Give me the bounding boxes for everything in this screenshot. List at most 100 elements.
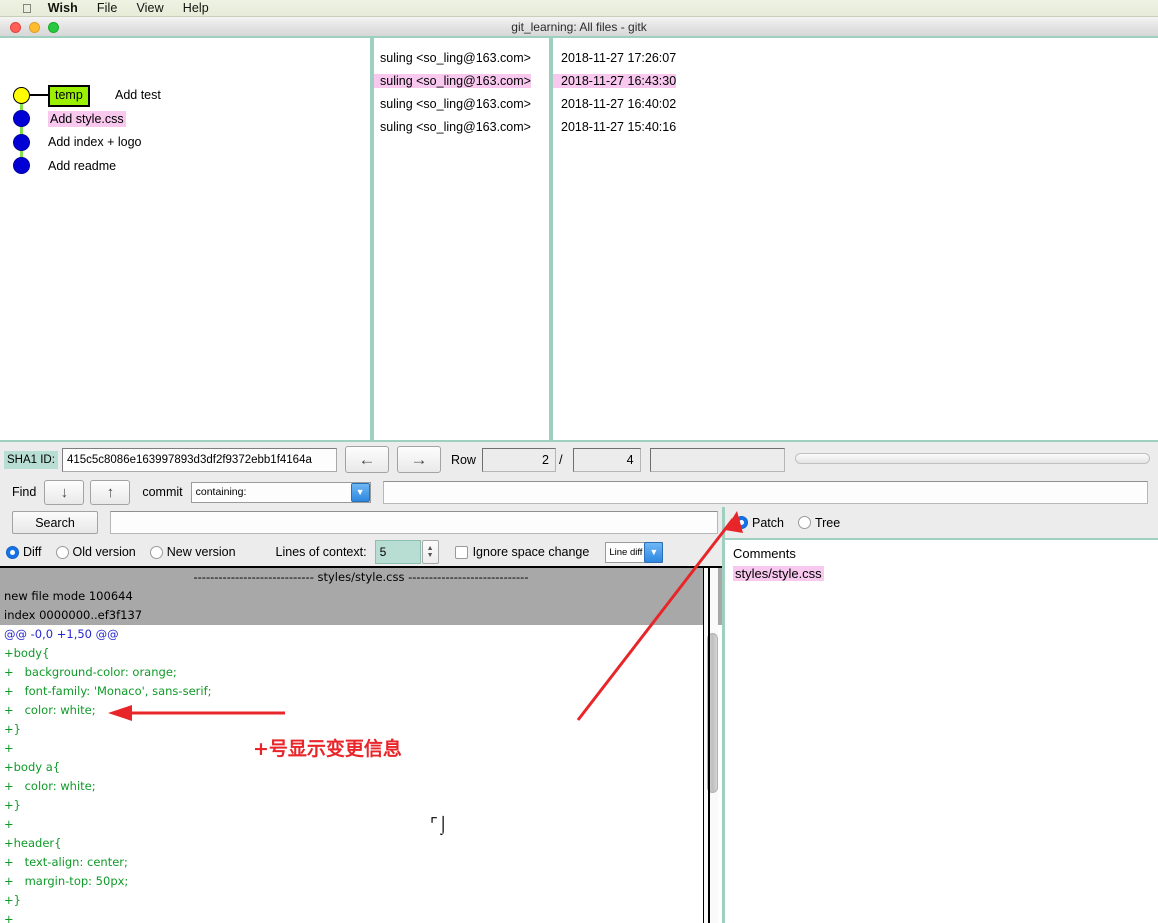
diff-line: new file mode 100644	[0, 587, 722, 606]
gitk-window: git_learning: All files - gitk temp Add …	[0, 17, 1158, 923]
diff-line: +	[4, 817, 14, 831]
lines-of-context-stepper[interactable]: ▲ ▼	[421, 540, 439, 564]
radio-diff-label: Diff	[23, 545, 42, 559]
diff-line: +}	[4, 893, 21, 907]
sha1-label: SHA1 ID:	[4, 450, 58, 469]
line-diff-value: Line diff	[609, 546, 643, 558]
find-input[interactable]	[382, 480, 1148, 504]
zoom-button[interactable]	[48, 22, 59, 33]
window-controls	[10, 22, 59, 33]
radio-new-version-label: New version	[166, 545, 236, 559]
sha1-input[interactable]: 415c5c8086e163997893d3df2f9372ebb1f4164a	[61, 447, 337, 472]
menu-item-file[interactable]: File	[97, 1, 118, 15]
close-button[interactable]	[10, 22, 21, 33]
pane-divider[interactable]	[708, 566, 710, 923]
diff-line: +body{	[4, 646, 50, 660]
stepper-up-icon[interactable]: ▲	[427, 545, 434, 552]
find-mode-value: containing:	[195, 485, 247, 498]
graph-node[interactable]	[13, 110, 30, 127]
arrow-right-icon[interactable]: →	[396, 446, 441, 473]
commit-subject[interactable]: Add test	[115, 88, 161, 102]
arrow-left-icon[interactable]: ←	[344, 446, 389, 473]
text-cursor-icon: ⌜⌡	[430, 815, 449, 834]
minimize-button[interactable]	[29, 22, 40, 33]
radio-old-version[interactable]: Old version	[55, 545, 136, 559]
arrow-down-icon[interactable]: ↓	[44, 479, 85, 505]
diff-line: ----------------------------- styles/sty…	[0, 568, 722, 587]
chevron-down-icon[interactable]: ▼	[644, 541, 664, 563]
row-current-input[interactable]: 2	[481, 447, 556, 472]
line-diff-select[interactable]: Line diff ▼	[605, 541, 664, 563]
radio-diff[interactable]: Diff	[6, 545, 42, 559]
find-mode-select[interactable]: containing: ▼	[190, 481, 371, 503]
commit-list-horizontal-scrollbar[interactable]	[794, 453, 1150, 466]
graph-node[interactable]	[13, 157, 30, 174]
author-row[interactable]: suling <so_ling@163.com>	[374, 92, 549, 115]
chevron-down-icon[interactable]: ▼	[350, 482, 370, 502]
diff-line: +}	[4, 798, 21, 812]
author-row[interactable]: suling <so_ling@163.com>	[374, 115, 549, 138]
graph-node-head[interactable]	[13, 87, 30, 104]
diff-options-toolbar: Diff Old version New version Lines of co…	[0, 538, 722, 566]
graph-head-connector	[30, 94, 49, 96]
sha1-toolbar: SHA1 ID: 415c5c8086e163997893d3df2f9372e…	[0, 440, 1158, 477]
commit-date-pane[interactable]: 2018-11-27 17:26:07 2018-11-27 16:43:30 …	[553, 38, 1158, 440]
apple-icon[interactable]: 	[22, 2, 32, 15]
radio-dot-icon	[797, 516, 811, 529]
author-row[interactable]: suling <so_ling@163.com>	[374, 69, 549, 92]
radio-new-version[interactable]: New version	[149, 545, 236, 559]
radio-old-version-label: Old version	[72, 545, 136, 559]
radio-patch[interactable]: Patch	[735, 516, 784, 530]
commit-subject[interactable]: Add index + logo	[48, 135, 141, 149]
diff-line: + color: white;	[4, 779, 96, 793]
commit-graph-pane[interactable]: temp Add test Add style.css Add index + …	[0, 38, 370, 440]
radio-tree[interactable]: Tree	[797, 515, 841, 530]
date-row[interactable]: 2018-11-27 15:40:16	[553, 115, 1158, 138]
comments-pane[interactable]: Comments styles/style.css	[722, 538, 1158, 923]
comments-file-link[interactable]: styles/style.css	[733, 566, 824, 581]
author-name: suling <so_ling@163.com>	[380, 119, 531, 134]
commit-subject[interactable]: Add style.css	[48, 111, 126, 127]
date-row[interactable]: 2018-11-27 17:26:07	[553, 46, 1158, 69]
commit-subject[interactable]: Add readme	[48, 159, 116, 173]
author-name: suling <so_ling@163.com>	[374, 73, 531, 88]
commit-date: 2018-11-27 15:40:16	[561, 119, 677, 134]
find-toolbar: Find ↓ ↑ commit containing: ▼	[0, 477, 1158, 507]
window-title-bar: git_learning: All files - gitk	[0, 17, 1158, 38]
commit-date: 2018-11-27 16:40:02	[561, 96, 677, 111]
lines-of-context-input[interactable]: 5	[374, 540, 421, 564]
row-extra-input[interactable]	[649, 447, 785, 472]
diff-line: + font-family: 'Monaco', sans-serif;	[4, 684, 212, 698]
graph-node[interactable]	[13, 134, 30, 151]
radio-patch-label: Patch	[752, 515, 784, 530]
ignore-space-change-checkbox[interactable]: Ignore space change	[454, 545, 589, 559]
annotation-text: +号显示变更信息	[253, 738, 402, 760]
window-title: git_learning: All files - gitk	[511, 19, 647, 34]
radio-tree-label: Tree	[814, 515, 841, 530]
author-name: suling <so_ling@163.com>	[380, 50, 531, 65]
lines-of-context-label: Lines of context:	[275, 545, 367, 559]
date-row[interactable]: 2018-11-27 16:43:30	[553, 69, 1158, 92]
stepper-down-icon[interactable]: ▼	[427, 552, 434, 559]
commit-author-pane[interactable]: suling <so_ling@163.com> suling <so_ling…	[374, 38, 549, 440]
search-input[interactable]	[110, 511, 718, 534]
row-total-input[interactable]: 4	[572, 447, 641, 472]
macos-menu-bar:  Wish File View Help	[0, 0, 1158, 17]
menu-item-help[interactable]: Help	[183, 1, 209, 15]
author-name: suling <so_ling@163.com>	[380, 96, 531, 111]
scrollbar-thumb[interactable]	[794, 453, 1150, 464]
date-row[interactable]: 2018-11-27 16:40:02	[553, 92, 1158, 115]
search-button[interactable]: Search	[12, 511, 98, 534]
find-label: Find	[12, 485, 37, 499]
find-scope-label: commit	[142, 485, 183, 499]
diff-vertical-scrollbar[interactable]	[703, 568, 718, 923]
arrow-up-icon[interactable]: ↑	[90, 479, 131, 505]
radio-dot-icon	[6, 545, 19, 559]
menu-item-wish[interactable]: Wish	[48, 1, 78, 15]
author-row[interactable]: suling <so_ling@163.com>	[374, 46, 549, 69]
menu-item-view[interactable]: View	[136, 1, 163, 15]
diff-line: +header{	[4, 836, 62, 850]
commit-date: 2018-11-27 17:26:07	[561, 50, 677, 65]
ref-tag-temp[interactable]: temp	[48, 85, 90, 107]
comments-title: Comments	[733, 546, 796, 561]
